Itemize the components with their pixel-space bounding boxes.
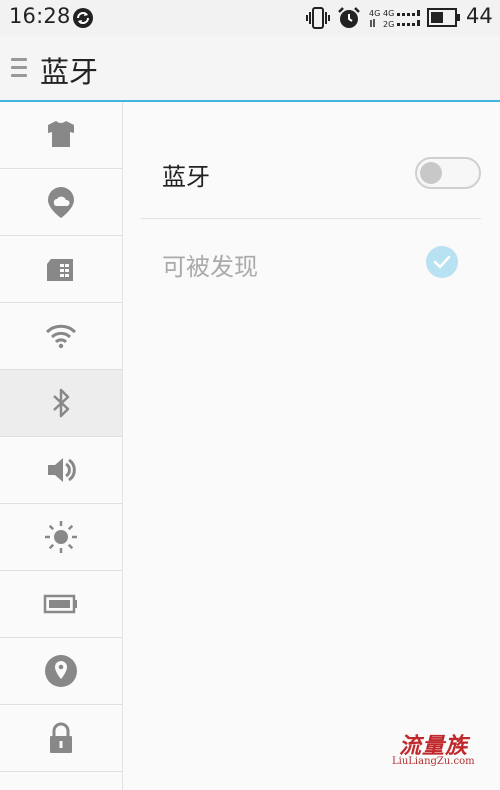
watermark: 流量族 LiuLiangZu.com <box>392 728 484 768</box>
vibrate-icon <box>306 7 330 29</box>
discoverable-label: 可被发现 <box>162 253 258 281</box>
location-pin-icon <box>45 655 77 687</box>
battery-level: 44 <box>466 4 493 28</box>
network-label-1: 4G <box>369 9 380 18</box>
sidebar-item-bluetooth[interactable] <box>0 370 122 437</box>
sidebar-item-wifi[interactable] <box>0 303 122 370</box>
wifi-icon <box>45 324 77 349</box>
brightness-icon <box>45 521 77 553</box>
divider <box>141 218 481 219</box>
page-title: 蓝牙 <box>40 55 99 89</box>
sidebar-item-account[interactable] <box>0 169 122 236</box>
bluetooth-label: 蓝牙 <box>162 163 210 191</box>
bluetooth-icon <box>53 388 70 418</box>
sidebar-item-location[interactable] <box>0 638 122 705</box>
sim-card-icon <box>47 259 73 281</box>
bluetooth-toggle-row[interactable]: 蓝牙 <box>141 140 481 200</box>
speaker-icon <box>48 458 76 482</box>
watermark-url: LiuLiangZu.com <box>392 756 475 767</box>
cloud-location-icon <box>48 187 74 218</box>
battery-icon <box>427 8 460 27</box>
settings-sidebar <box>0 102 123 790</box>
discoverable-checkbox[interactable] <box>425 245 459 279</box>
signal-icon: 4G 4G 2G <box>369 9 420 29</box>
status-bar: 16:28 4G 4G 2G 44 <box>0 0 500 36</box>
network-label-2: 4G <box>383 9 394 18</box>
status-time: 16:28 <box>9 4 71 28</box>
menu-icon[interactable] <box>11 56 29 80</box>
sync-icon <box>73 8 93 28</box>
switch-knob <box>420 162 442 184</box>
sidebar-item-personalize[interactable] <box>0 102 122 169</box>
sidebar-item-security[interactable] <box>0 705 122 772</box>
battery-icon <box>43 594 77 614</box>
bluetooth-switch[interactable] <box>415 157 481 189</box>
alarm-icon <box>338 7 360 28</box>
lock-icon <box>50 722 72 753</box>
sidebar-item-sim[interactable] <box>0 236 122 303</box>
network-label-3: 2G <box>383 20 394 29</box>
sidebar-item-display[interactable] <box>0 504 122 571</box>
sidebar-item-sound[interactable] <box>0 437 122 504</box>
bluetooth-settings-panel: 蓝牙 可被发现 <box>123 102 500 790</box>
tshirt-icon <box>48 121 74 147</box>
title-bar: 蓝牙 <box>0 36 500 102</box>
sidebar-item-battery[interactable] <box>0 571 122 638</box>
